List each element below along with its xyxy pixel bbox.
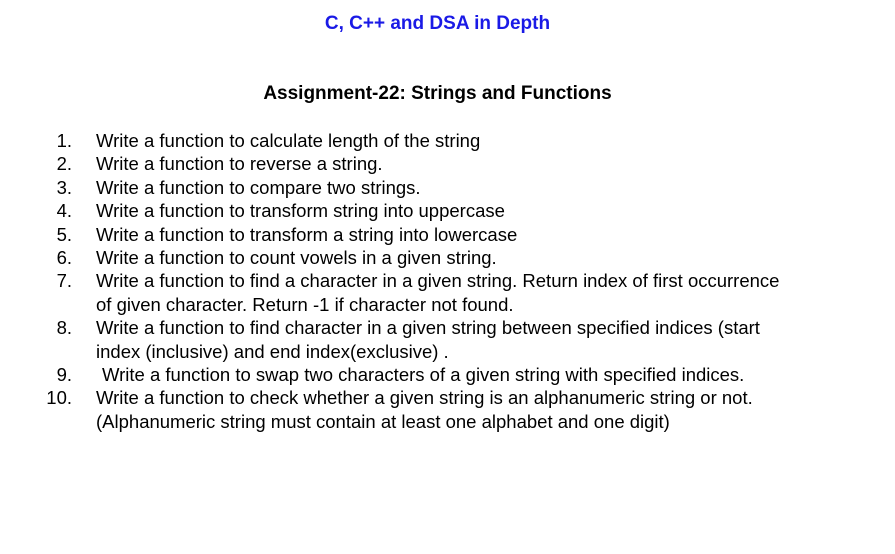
task-number: 8.	[56, 317, 72, 339]
task-item-7: 7. Write a function to find a character …	[0, 269, 880, 316]
task-text: Write a function to calculate length of …	[96, 130, 481, 151]
task-text-line-1: Write a function to find character in a …	[96, 317, 760, 339]
task-number: 9.	[56, 364, 72, 386]
task-text: Write a function to swap two characters …	[102, 364, 745, 386]
task-text: Write a function to count vowels in a gi…	[96, 247, 497, 269]
task-list: 1. Write a function to calculate length …	[0, 129, 880, 433]
task-item-2: 2. Write a function to reverse a string.	[0, 152, 880, 175]
task-text: Write a function to transform string int…	[96, 200, 505, 222]
task-text-line-1: Write a function to find a character in …	[96, 270, 780, 292]
task-item-10: 10. Write a function to check whether a …	[0, 386, 880, 433]
task-text-line-1: Write a function to check whether a give…	[96, 387, 753, 409]
task-item-9: 9. Write a function to swap two characte…	[0, 363, 880, 386]
task-item-6: 6. Write a function to count vowels in a…	[0, 246, 880, 269]
task-item-1: 1. Write a function to calculate length …	[0, 129, 880, 152]
task-item-4: 4. Write a function to transform string …	[0, 199, 880, 222]
task-item-5: 5. Write a function to transform a strin…	[0, 223, 880, 246]
task-number: 10.	[46, 387, 72, 409]
task-item-8: 8. Write a function to find character in…	[0, 316, 880, 363]
task-number: 5.	[56, 223, 72, 245]
task-number: 1.	[56, 130, 72, 151]
task-number: 6.	[56, 247, 72, 269]
assignment-title: Assignment-22: Strings and Functions	[263, 83, 612, 104]
task-number: 3.	[56, 176, 72, 198]
task-text-line-2: index (inclusive) and end index(exclusiv…	[96, 340, 449, 362]
task-number: 4.	[56, 200, 72, 222]
course-title: C, C++ and DSA in Depth	[324, 13, 551, 34]
task-number: 2.	[56, 153, 72, 175]
task-text: Write a function to transform a string i…	[96, 223, 518, 245]
task-number: 7.	[56, 270, 72, 292]
task-item-3: 3. Write a function to compare two strin…	[0, 176, 880, 199]
task-text: Write a function to compare two strings.	[96, 176, 421, 198]
task-text-line-2: (Alphanumeric string must contain at lea…	[96, 410, 670, 432]
task-text: Write a function to reverse a string.	[96, 153, 383, 175]
task-text-line-2: of given character. Return -1 if charact…	[96, 293, 514, 315]
